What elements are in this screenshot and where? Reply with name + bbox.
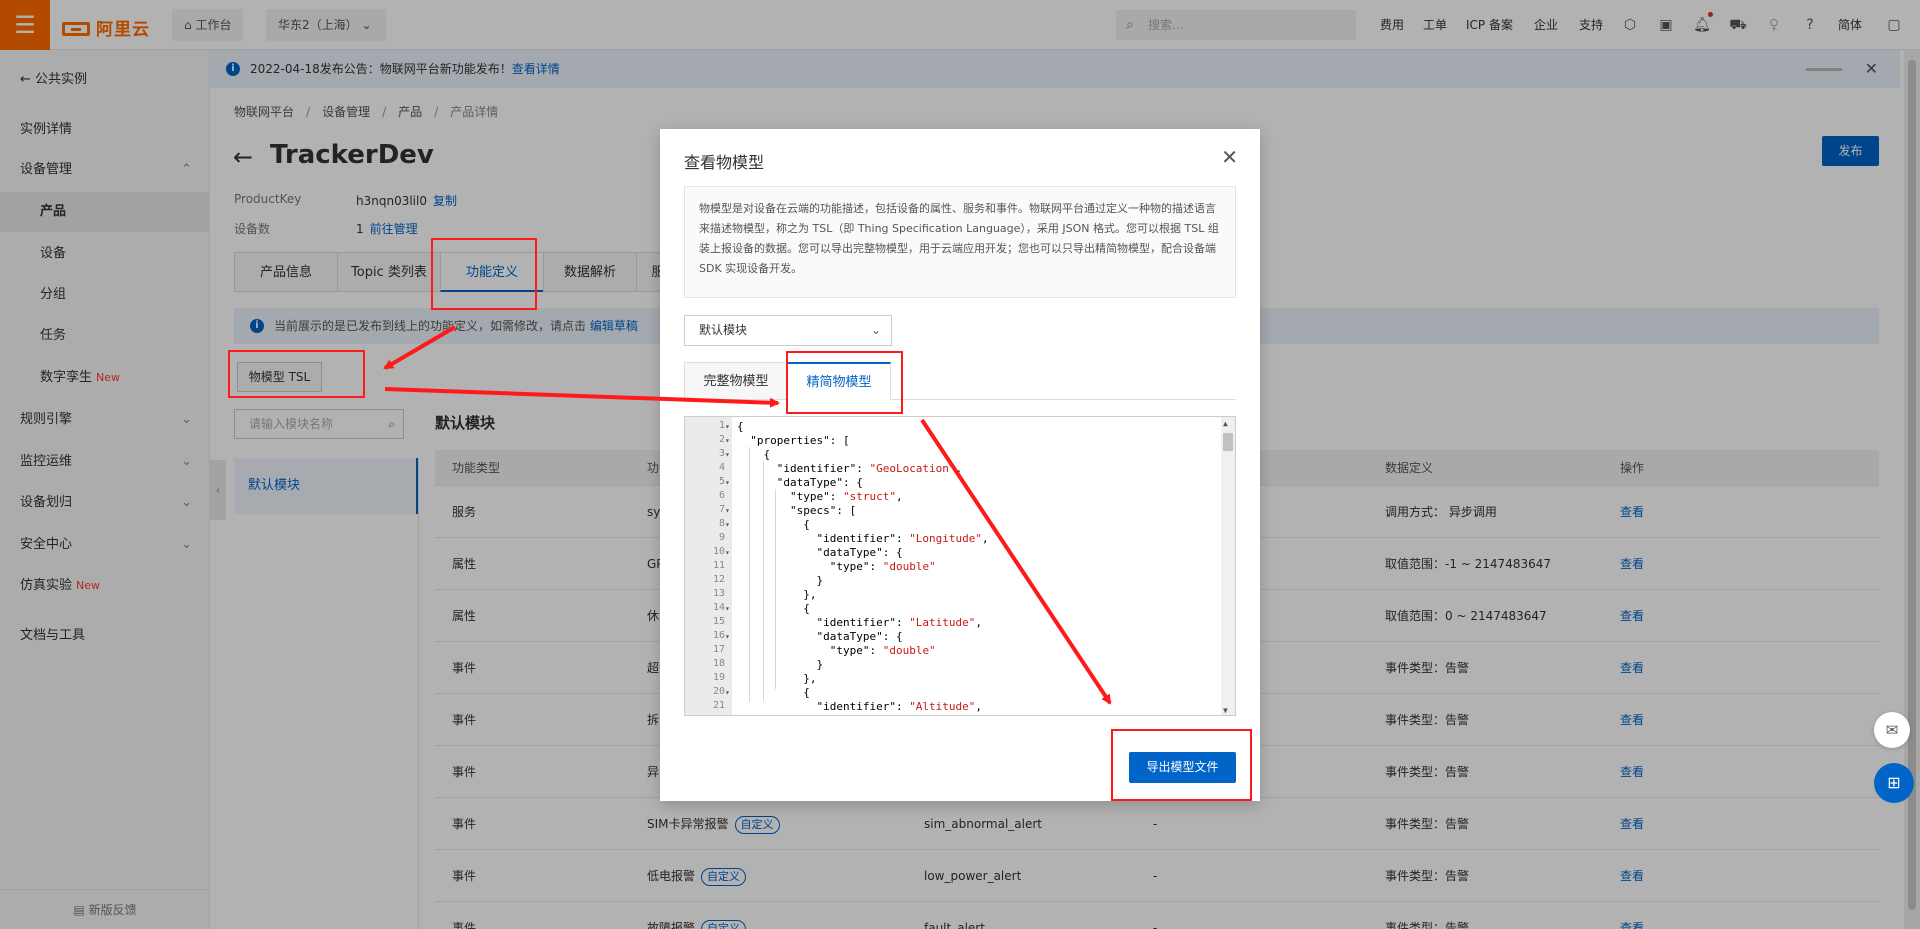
line-number: 20 bbox=[712, 686, 725, 697]
indent-guide bbox=[775, 489, 776, 689]
fold-toggle-icon[interactable]: ▾ bbox=[725, 520, 732, 529]
fold-toggle-icon[interactable]: ▾ bbox=[725, 422, 732, 431]
chat-float-button[interactable]: ✉ bbox=[1874, 712, 1910, 748]
code-scrollbar[interactable]: ▲ ▼ bbox=[1221, 417, 1235, 715]
apps-float-button[interactable]: ⊞ bbox=[1874, 763, 1914, 803]
indent-guide bbox=[749, 447, 750, 702]
line-number: 16 bbox=[712, 630, 725, 641]
code-line: "dataType": { bbox=[737, 630, 903, 643]
fold-toggle-icon[interactable]: ▾ bbox=[725, 604, 732, 613]
close-icon[interactable]: ✕ bbox=[1221, 145, 1238, 169]
code-string: "double" bbox=[882, 560, 936, 573]
line-number: 21 bbox=[712, 700, 725, 711]
line-number: 18 bbox=[712, 658, 725, 669]
tab-simplified-tsl[interactable]: 精简物模型 bbox=[787, 362, 891, 400]
line-number: 2 bbox=[718, 434, 725, 445]
modal-title: 查看物模型 bbox=[684, 153, 765, 172]
fold-toggle-icon[interactable]: ▾ bbox=[725, 478, 732, 487]
code-line: { bbox=[737, 518, 810, 531]
code-line: "type": "double" bbox=[737, 644, 936, 657]
code-line: "specs": [ bbox=[737, 504, 857, 517]
line-number: 19 bbox=[712, 672, 725, 683]
tsl-code-editor[interactable]: 1 ▾ 2 ▾ 3 ▾ 4 5 ▾ 6 7 ▾ 8 ▾ 9 10 ▾ 11 12 13 14 ▾ 15 16 ▾ 17 18 19 20… bbox=[684, 416, 1236, 716]
indent-guide bbox=[763, 461, 764, 701]
code-line: { bbox=[737, 420, 744, 433]
line-number: 7 bbox=[718, 504, 725, 515]
line-number: 8 bbox=[718, 518, 725, 529]
fold-toggle-icon[interactable]: ▾ bbox=[725, 436, 732, 445]
code-line: "dataType": { bbox=[737, 714, 902, 715]
fold-toggle-icon[interactable]: ▾ bbox=[725, 506, 732, 515]
modal-description: 物模型是对设备在云端的功能描述，包括设备的属性、服务和事件。物联网平台通过定义一… bbox=[684, 186, 1236, 298]
scroll-up-icon[interactable]: ▲ bbox=[1223, 419, 1228, 428]
module-select-value: 默认模块 bbox=[699, 323, 748, 337]
fold-toggle-icon[interactable]: ▾ bbox=[725, 632, 732, 641]
chevron-down-icon: ⌄ bbox=[870, 323, 881, 337]
code-string: "Altitude" bbox=[909, 700, 976, 713]
module-select[interactable]: 默认模块 ⌄ bbox=[684, 315, 892, 346]
code-line: "dataType": { bbox=[737, 546, 903, 559]
line-number: 3 bbox=[718, 448, 725, 459]
fold-toggle-icon[interactable]: ▾ bbox=[725, 688, 732, 697]
code-line: { bbox=[737, 448, 771, 461]
code-line: { bbox=[737, 602, 810, 615]
fold-toggle-icon[interactable]: ▾ bbox=[725, 548, 732, 557]
line-number: 6 bbox=[718, 490, 725, 501]
view-tsl-modal: 查看物模型 ✕ 物模型是对设备在云端的功能描述，包括设备的属性、服务和事件。物联… bbox=[660, 129, 1260, 801]
code-scrollbar-thumb[interactable] bbox=[1223, 433, 1233, 451]
line-number: 15 bbox=[712, 616, 725, 627]
line-number: 12 bbox=[712, 574, 725, 585]
line-number: 13 bbox=[712, 588, 725, 599]
code-string: "GeoLocation" bbox=[869, 462, 956, 475]
line-number: 1 bbox=[718, 420, 725, 431]
code-line: "identifier": "Latitude", bbox=[737, 616, 983, 629]
code-line: "dataType": { bbox=[737, 476, 863, 489]
code-gutter: 1 ▾ 2 ▾ 3 ▾ 4 5 ▾ 6 7 ▾ 8 ▾ 9 10 ▾ 11 12 13 14 ▾ 15 16 ▾ 17 18 19 20… bbox=[685, 417, 732, 715]
code-line: "type": "struct", bbox=[737, 490, 903, 503]
scroll-down-icon[interactable]: ▼ bbox=[1223, 706, 1228, 715]
line-number: 10 bbox=[712, 546, 725, 557]
code-string: "Longitude" bbox=[909, 532, 983, 545]
line-number: 5 bbox=[718, 476, 725, 487]
line-number: 11 bbox=[712, 560, 725, 571]
code-string: "double" bbox=[882, 644, 936, 657]
line-number: 4 bbox=[718, 462, 725, 473]
code-line: "identifier": "Altitude", bbox=[737, 700, 983, 713]
code-string: "Latitude" bbox=[909, 616, 976, 629]
code-line: "type": "double" bbox=[737, 560, 936, 573]
code-line: { bbox=[737, 686, 810, 699]
tsl-tabs: 完整物模型 精简物模型 bbox=[684, 362, 1236, 400]
code-string: "struct" bbox=[842, 490, 896, 503]
code-line: "properties": [ bbox=[737, 434, 850, 447]
code-line: "identifier": "GeoLocation", bbox=[737, 462, 963, 475]
tab-full-tsl[interactable]: 完整物模型 bbox=[684, 362, 788, 400]
line-number: 17 bbox=[712, 644, 725, 655]
line-number: 14 bbox=[712, 602, 725, 613]
line-number: 22 bbox=[685, 714, 725, 715]
fold-toggle-icon[interactable]: ▾ bbox=[725, 450, 732, 459]
line-number: 9 bbox=[718, 532, 725, 543]
export-model-file-button[interactable]: 导出模型文件 bbox=[1129, 752, 1236, 783]
